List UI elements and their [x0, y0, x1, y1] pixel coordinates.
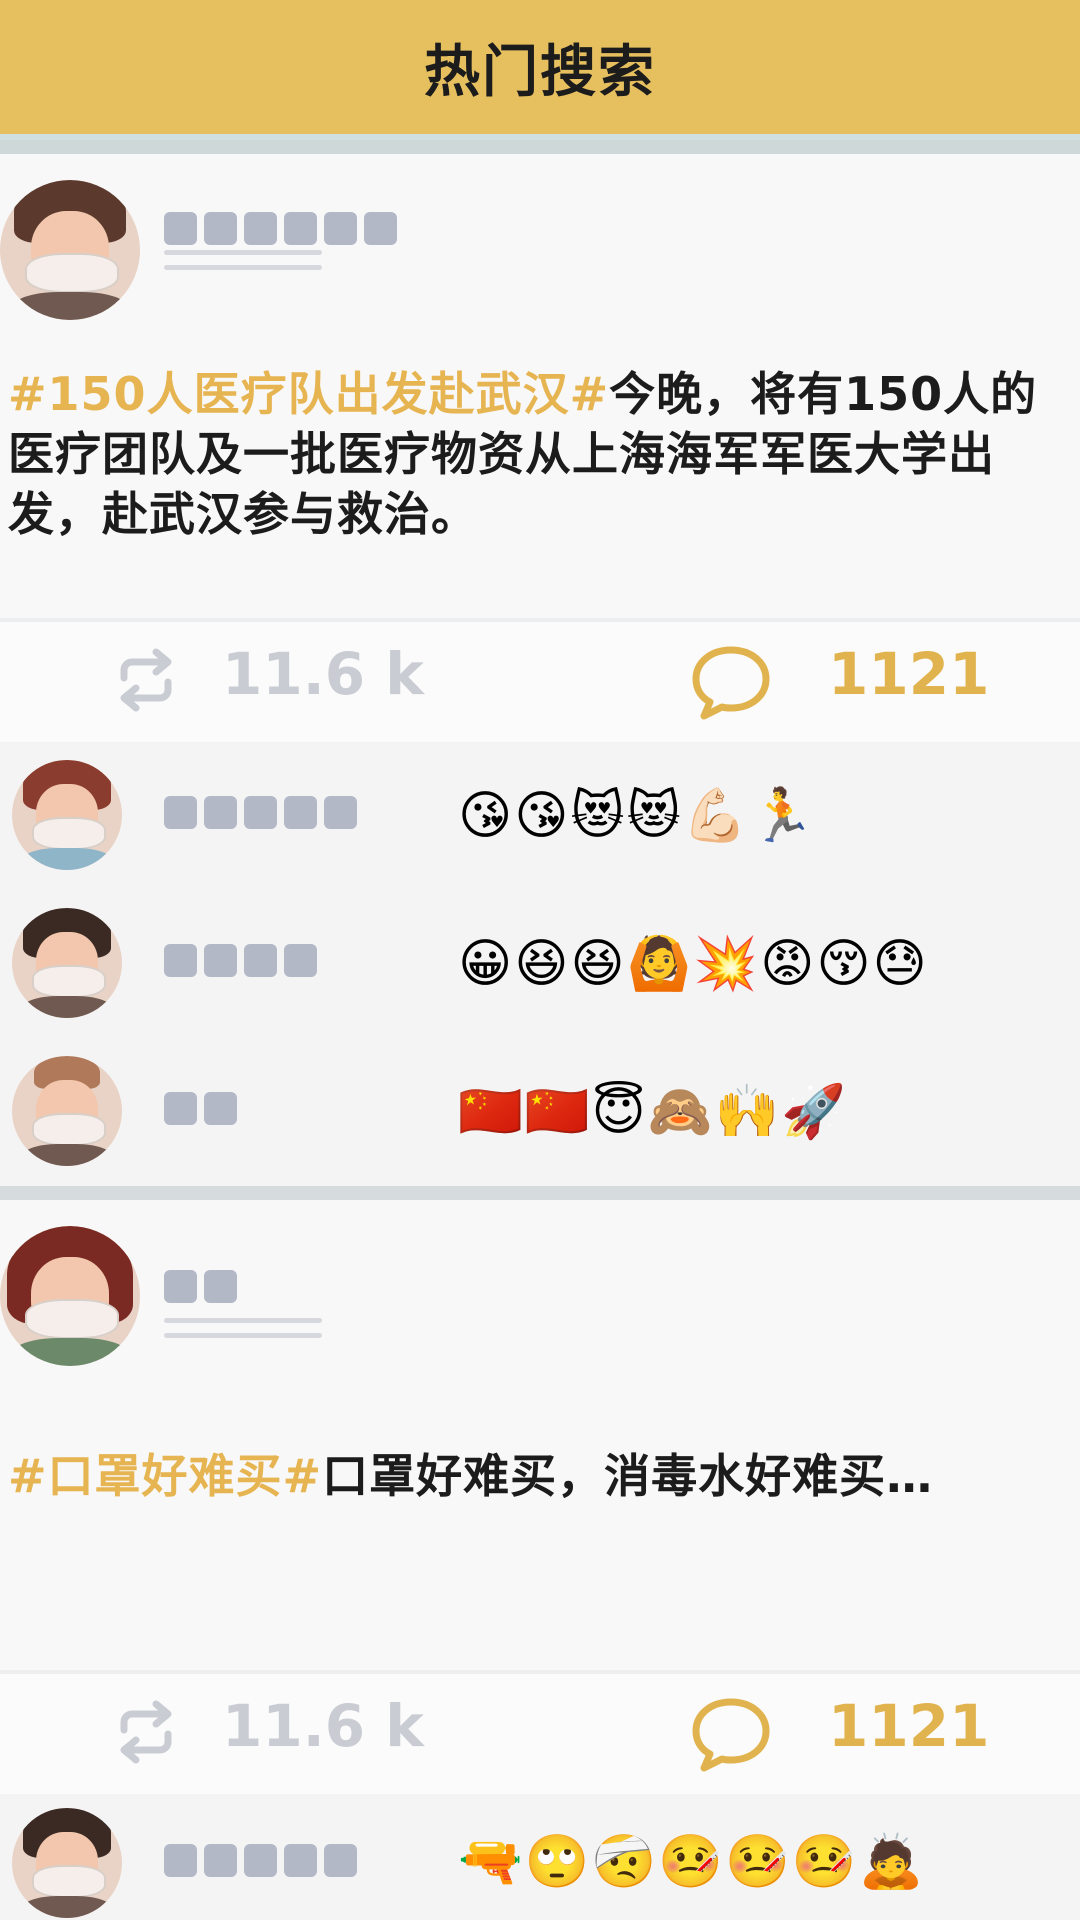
commenter-avatar[interactable]	[12, 760, 122, 870]
comment-emojis: 😘😘😻😻💪🏻🏃	[458, 786, 817, 846]
page-title: 热门搜索	[424, 39, 656, 105]
author-name-redacted	[164, 1270, 237, 1303]
commenter-avatar[interactable]	[12, 908, 122, 1018]
comment-row[interactable]: 😘😘😻😻💪🏻🏃	[0, 742, 1080, 893]
comment-icon[interactable]	[690, 644, 772, 720]
post-separator	[0, 1186, 1080, 1200]
commenter-avatar[interactable]	[12, 1056, 122, 1166]
comment-emojis: 🇨🇳🇨🇳😇🙈🙌🚀	[458, 1082, 848, 1142]
author-name-redacted	[164, 212, 397, 245]
post-action-bar: 11.6 k 1121	[0, 618, 1080, 742]
commenter-name-redacted	[164, 944, 317, 977]
author-avatar[interactable]	[0, 180, 140, 320]
post-body: #150人医疗队出发赴武汉#今晚，将有150人的医疗团队及一批医疗物资从上海海军…	[8, 364, 1068, 544]
repost-count: 11.6 k	[222, 1692, 424, 1760]
repost-icon[interactable]	[110, 1696, 182, 1768]
commenter-name-redacted	[164, 1092, 237, 1125]
comment-emojis: 😀😆😆🙆💥😡😚😓	[458, 934, 929, 994]
post-header	[0, 154, 1080, 334]
commenter-avatar[interactable]	[12, 1808, 122, 1918]
comment-icon[interactable]	[690, 1696, 772, 1772]
commenter-name-redacted	[164, 796, 357, 829]
repost-icon[interactable]	[110, 644, 182, 716]
post-header	[0, 1200, 1080, 1380]
post-card[interactable]: #口罩好难买#口罩好难买，消毒水好难买…	[0, 1200, 1080, 1670]
post-body: #口罩好难买#口罩好难买，消毒水好难买…	[8, 1446, 1068, 1506]
hashtag-link[interactable]: #口罩好难买#	[8, 1449, 322, 1503]
comment-emojis: 🔫🙄🤕🤒🤒🤒🙇	[458, 1832, 926, 1892]
comment-count: 1121	[828, 640, 990, 708]
app-header: 热门搜索	[0, 0, 1080, 140]
commenter-name-redacted	[164, 1844, 357, 1877]
comment-count: 1121	[828, 1692, 990, 1760]
hashtag-link[interactable]: #150人医疗队出发赴武汉#	[8, 367, 609, 421]
post-action-bar: 11.6 k 1121	[0, 1670, 1080, 1794]
comment-row[interactable]: 🔫🙄🤕🤒🤒🤒🙇	[0, 1794, 1080, 1920]
header-divider	[0, 140, 1080, 154]
post-meta-redacted	[164, 1318, 322, 1348]
post-meta-redacted	[164, 250, 322, 280]
repost-count: 11.6 k	[222, 640, 424, 708]
author-avatar[interactable]	[0, 1226, 140, 1366]
comment-row[interactable]: 😀😆😆🙆💥😡😚😓	[0, 890, 1080, 1041]
post-text: 口罩好难买，消毒水好难买…	[322, 1449, 934, 1503]
comment-row[interactable]: 🇨🇳🇨🇳😇🙈🙌🚀	[0, 1038, 1080, 1189]
